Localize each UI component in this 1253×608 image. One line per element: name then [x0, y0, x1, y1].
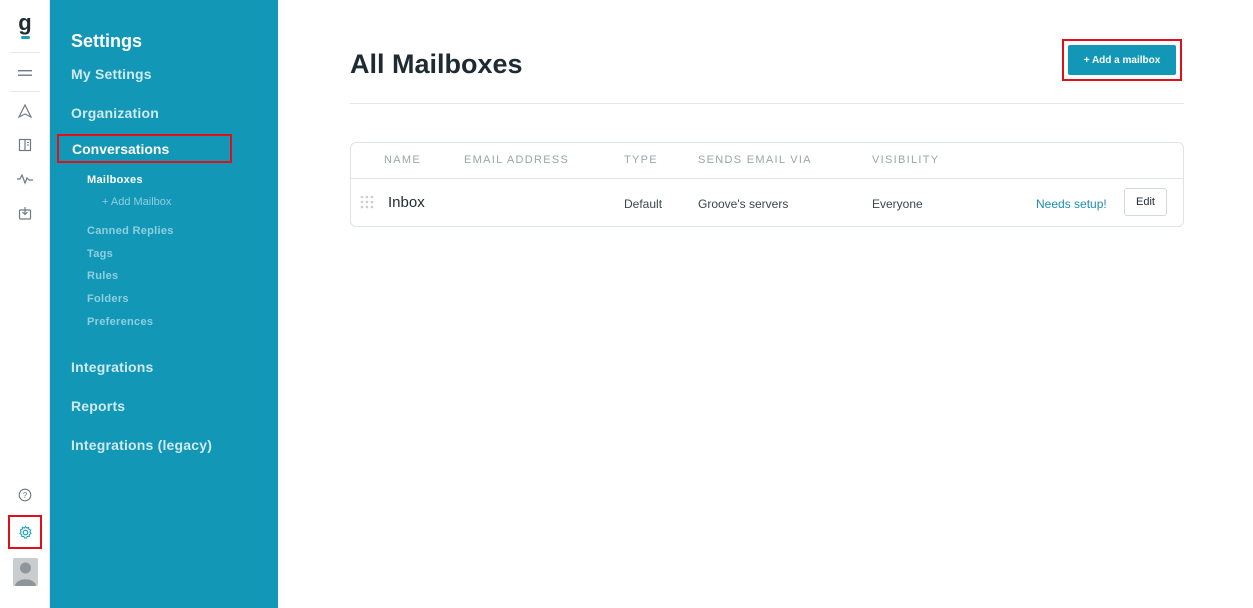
activity-icon[interactable]	[0, 164, 50, 194]
sidebar-title: Settings	[71, 31, 143, 51]
inbox-icon[interactable]	[0, 198, 50, 228]
sidebar-subitem-canned-replies[interactable]: Canned Replies	[87, 225, 174, 237]
sidebar-item-reports[interactable]: Reports	[71, 398, 125, 414]
settings-sidebar: Settings My Settings Organization Conver…	[50, 0, 278, 608]
avatar[interactable]	[13, 558, 38, 586]
edit-mailbox-button[interactable]: Edit	[1124, 188, 1167, 216]
svg-text:?: ?	[23, 491, 28, 500]
sidebar-subitem-tags[interactable]: Tags	[87, 248, 113, 260]
mailbox-name[interactable]: Inbox	[388, 194, 425, 211]
add-mailbox-button[interactable]: + Add a mailbox	[1068, 45, 1176, 75]
logo-glyph: g	[18, 10, 32, 35]
sidebar-item-organization[interactable]: Organization	[71, 105, 159, 121]
table-header: NAME EMAIL ADDRESS TYPE SENDS EMAIL VIA …	[351, 143, 1183, 179]
sidebar-item-integrations[interactable]: Integrations	[71, 359, 154, 375]
sidebar-subitem-add-mailbox[interactable]: + Add Mailbox	[102, 196, 171, 208]
add-mailbox-highlight: + Add a mailbox	[1062, 39, 1182, 81]
mailbox-visibility: Everyone	[872, 197, 923, 211]
table-row[interactable]: Inbox Default Groove's servers Everyone …	[351, 179, 1183, 227]
help-icon[interactable]: ?	[0, 480, 50, 510]
column-header-type[interactable]: TYPE	[624, 154, 658, 166]
sidebar-item-integrations-legacy[interactable]: Integrations (legacy)	[71, 437, 212, 453]
drag-handle-icon[interactable]	[360, 195, 374, 211]
main-content: All Mailboxes + Add a mailbox NAME EMAIL…	[278, 0, 1253, 608]
icon-rail: g ?	[0, 0, 50, 608]
sidebar-item-conversations-label: Conversations	[72, 140, 170, 157]
column-header-visibility[interactable]: VISIBILITY	[872, 154, 939, 166]
title-divider	[350, 103, 1184, 104]
menu-icon[interactable]	[0, 58, 50, 88]
page-title: All Mailboxes	[350, 49, 523, 79]
column-header-sends-email-via[interactable]: SENDS EMAIL VIA	[698, 154, 812, 166]
needs-setup-link[interactable]: Needs setup!	[1036, 197, 1107, 211]
send-icon[interactable]	[0, 96, 50, 126]
column-header-name[interactable]: NAME	[384, 154, 421, 166]
settings-gear-icon[interactable]	[8, 515, 42, 549]
book-icon[interactable]	[0, 130, 50, 160]
sidebar-subitem-mailboxes[interactable]: Mailboxes	[87, 174, 143, 186]
sidebar-subitem-rules[interactable]: Rules	[87, 270, 118, 282]
sidebar-item-my-settings[interactable]: My Settings	[71, 66, 152, 82]
sidebar-subitem-folders[interactable]: Folders	[87, 293, 129, 305]
sidebar-subitem-preferences[interactable]: Preferences	[87, 316, 153, 328]
groove-logo[interactable]: g	[0, 8, 50, 39]
mailbox-type: Default	[624, 197, 663, 211]
mailboxes-table: NAME EMAIL ADDRESS TYPE SENDS EMAIL VIA …	[350, 142, 1184, 227]
mailbox-sends-via: Groove's servers	[698, 197, 789, 211]
column-header-email-address[interactable]: EMAIL ADDRESS	[464, 154, 569, 166]
sidebar-item-conversations[interactable]: Conversations	[57, 134, 232, 163]
